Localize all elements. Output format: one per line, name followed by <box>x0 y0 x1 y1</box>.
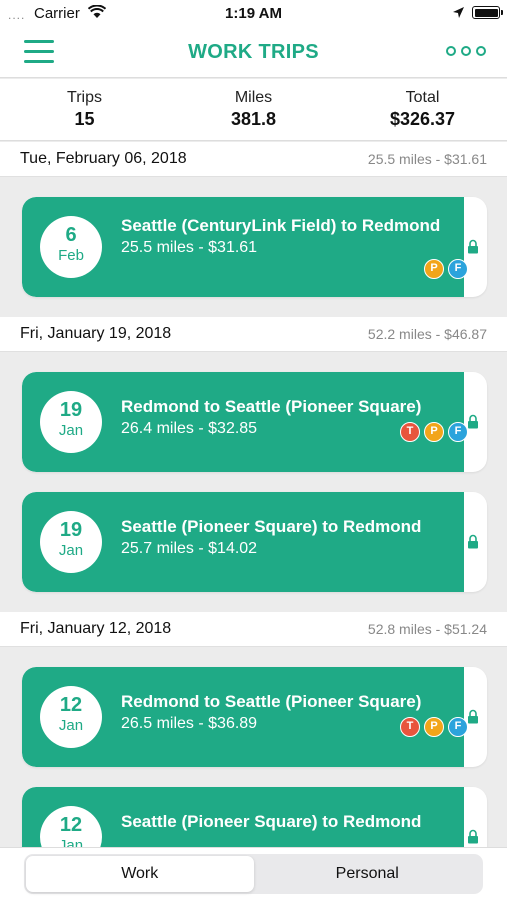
date-badge: 6 Feb <box>40 216 102 278</box>
trip-summary: Trips 15 Miles 381.8 Total $326.37 <box>0 79 507 141</box>
day-date: Fri, January 19, 2018 <box>20 325 172 342</box>
trip-card[interactable]: 12 Jan Redmond to Seattle (Pioneer Squar… <box>22 667 487 767</box>
day-date: Fri, January 12, 2018 <box>20 620 172 637</box>
parking-icon: P <box>424 422 444 442</box>
lock-icon <box>468 414 478 429</box>
date-badge-day: 19 <box>59 519 83 541</box>
lock-icon <box>468 829 478 844</box>
summary-total: Total $326.37 <box>338 79 507 140</box>
summary-label: Total <box>405 89 440 106</box>
day-trips: 12 Jan Redmond to Seattle (Pioneer Squar… <box>0 647 507 847</box>
trip-card[interactable]: 19 Jan Seattle (Pioneer Square) to Redmo… <box>22 492 487 592</box>
summary-value: 381.8 <box>230 109 277 129</box>
ferry-icon: F <box>448 422 468 442</box>
bottom-bar: Work Personal <box>0 847 507 900</box>
date-badge: 12 Jan <box>40 686 102 748</box>
trip-route: Seattle (CenturyLink Field) to Redmond <box>121 216 441 235</box>
day-date: Tue, February 06, 2018 <box>20 150 187 167</box>
battery-level <box>474 8 498 17</box>
segment-work[interactable]: Work <box>26 856 254 892</box>
date-badge-month: Jan <box>58 542 84 559</box>
date-badge-month: Jan <box>58 422 84 439</box>
page-title: WORK TRIPS <box>188 41 319 63</box>
summary-value: $326.37 <box>389 109 456 129</box>
ferry-icon: F <box>448 717 468 737</box>
trip-card[interactable]: 6 Feb Seattle (CenturyLink Field) to Red… <box>22 197 487 297</box>
trip-detail: 25.5 miles - $31.61 <box>121 239 258 256</box>
trip-card[interactable]: 12 Jan Seattle (Pioneer Square) to Redmo… <box>22 787 487 847</box>
trip-category-icons: P F <box>424 259 468 279</box>
day-summary: 52.8 miles - $51.24 <box>367 621 487 637</box>
summary-label: Miles <box>234 89 273 106</box>
trip-detail: 25.7 miles - $14.02 <box>121 540 258 557</box>
trip-card[interactable]: 19 Jan Redmond to Seattle (Pioneer Squar… <box>22 372 487 472</box>
navigation-bar: WORK TRIPS <box>0 28 507 78</box>
trip-route: Seattle (Pioneer Square) to Redmond <box>121 517 422 536</box>
trip-route: Seattle (Pioneer Square) to Redmond <box>121 812 422 831</box>
date-badge-month: Feb <box>58 247 84 264</box>
parking-icon: P <box>424 717 444 737</box>
trip-route: Redmond to Seattle (Pioneer Square) <box>121 692 422 711</box>
summary-trips: Trips 15 <box>0 79 169 140</box>
summary-miles: Miles 381.8 <box>169 79 338 140</box>
date-badge: 19 Jan <box>40 511 102 573</box>
trip-route-block: Seattle (CenturyLink Field) to Redmond 2… <box>121 215 451 259</box>
toll-icon: T <box>400 717 420 737</box>
trip-route: Redmond to Seattle (Pioneer Square) <box>121 397 422 416</box>
day-summary: 52.2 miles - $46.87 <box>367 326 487 342</box>
battery-icon <box>472 6 503 19</box>
trip-route-block: Seattle (Pioneer Square) to Redmond 25.7… <box>121 516 451 560</box>
date-badge: 19 Jan <box>40 391 102 453</box>
trip-list[interactable]: Tue, February 06, 2018 25.5 miles - $31.… <box>0 142 507 847</box>
day-header: Fri, January 19, 2018 52.2 miles - $46.8… <box>0 317 507 352</box>
parking-icon: P <box>424 259 444 279</box>
day-header: Fri, January 12, 2018 52.8 miles - $51.2… <box>0 612 507 647</box>
lock-icon <box>468 709 478 724</box>
day-summary: 25.5 miles - $31.61 <box>367 151 487 167</box>
more-options-icon[interactable] <box>446 46 486 58</box>
status-bar: .... Carrier 1:19 AM <box>0 0 507 28</box>
clock: 1:19 AM <box>225 5 282 22</box>
summary-label: Trips <box>67 89 102 106</box>
date-badge-month: Jan <box>58 717 84 734</box>
lock-icon <box>468 239 478 254</box>
summary-value: 15 <box>74 109 95 129</box>
date-badge-day: 12 <box>59 814 83 836</box>
trip-route-block: Seattle (Pioneer Square) to Redmond <box>121 811 451 833</box>
date-badge: 12 Jan <box>40 806 102 847</box>
toll-icon: T <box>400 422 420 442</box>
hamburger-menu-icon[interactable] <box>24 40 54 64</box>
location-arrow-icon <box>453 7 464 18</box>
day-header: Tue, February 06, 2018 25.5 miles - $31.… <box>0 142 507 177</box>
segment-personal[interactable]: Personal <box>254 856 482 892</box>
day-trips: 6 Feb Seattle (CenturyLink Field) to Red… <box>0 177 507 297</box>
date-badge-day: 6 <box>65 224 77 246</box>
trip-category-icons: T P F <box>400 717 468 737</box>
trip-category-icons: T P F <box>400 422 468 442</box>
work-personal-segmented-control: Work Personal <box>24 854 483 894</box>
date-badge-day: 19 <box>59 399 83 421</box>
lock-icon <box>468 534 478 549</box>
date-badge-day: 12 <box>59 694 83 716</box>
date-badge-month: Jan <box>58 837 84 847</box>
ferry-icon: F <box>448 259 468 279</box>
day-trips: 19 Jan Redmond to Seattle (Pioneer Squar… <box>0 352 507 592</box>
